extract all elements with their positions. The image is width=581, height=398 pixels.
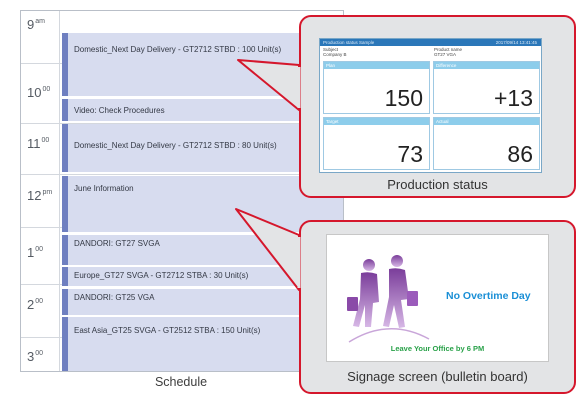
callout-pointer-production [237,59,300,111]
callout-connectors [235,59,301,291]
callout-pointer-signage [235,208,300,291]
